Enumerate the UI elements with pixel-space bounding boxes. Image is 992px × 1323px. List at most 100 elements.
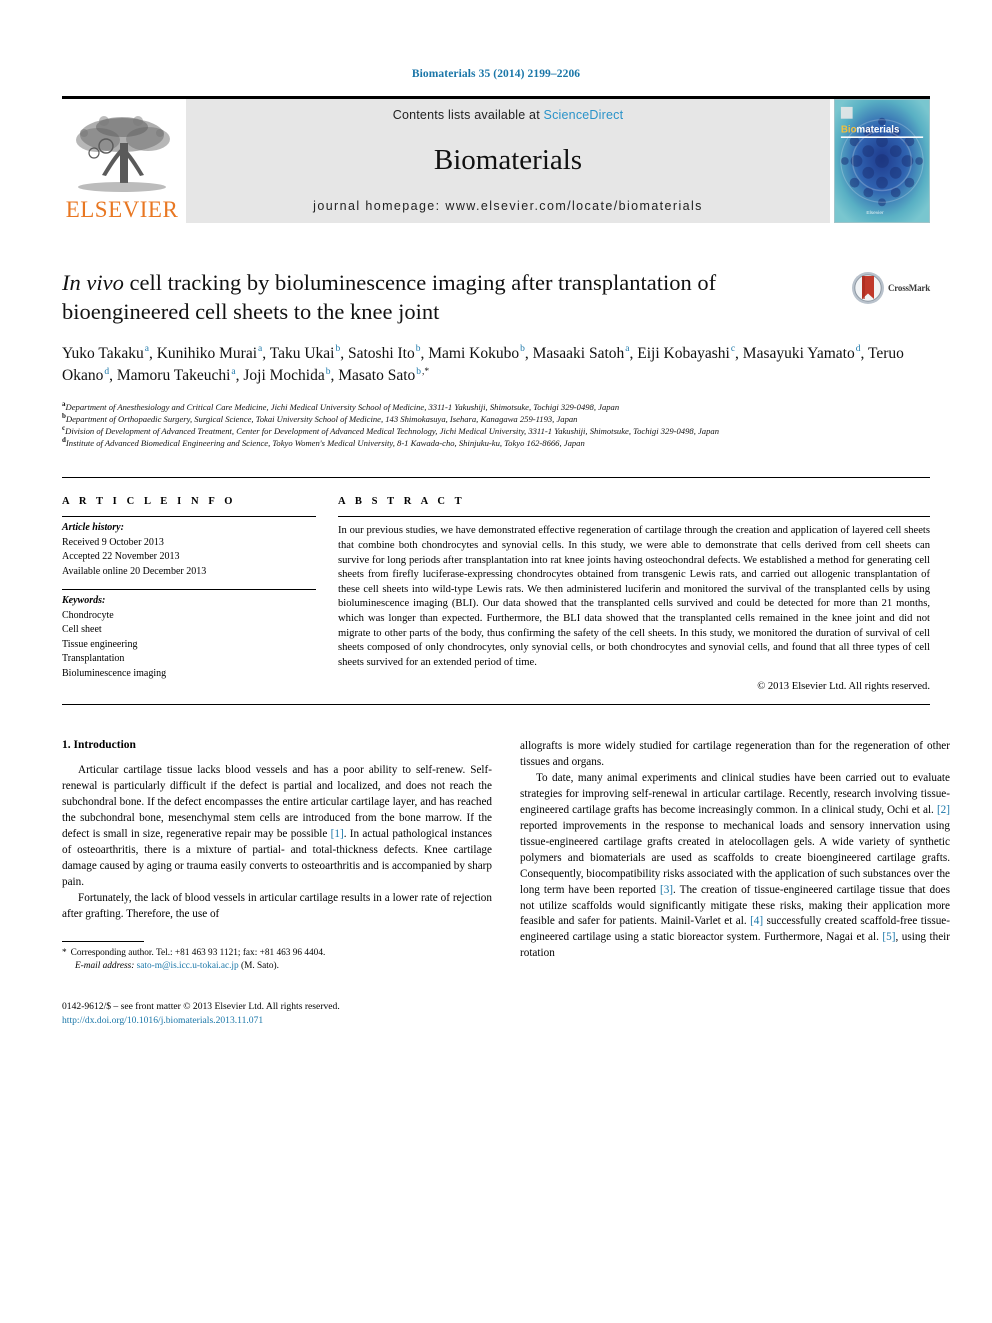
author-affiliation-marker: a [258,344,263,355]
article-info-heading: A R T I C L E I N F O [62,496,237,508]
author-name: Mami Kokubo [428,344,520,362]
author-name: Masayuki Yamato [742,344,855,362]
abstract-column: A B S T R A C T In our previous studies,… [338,496,930,692]
citation-ref[interactable]: [5] [882,931,895,943]
article-info-column: A R T I C L E I N F O Article history: R… [62,496,338,692]
corresponding-author-text: Corresponding author. Tel.: +81 463 93 1… [70,947,326,958]
article-history-group: Article history: Received 9 October 2013… [62,517,316,589]
citation-ref[interactable]: [2] [937,804,950,816]
svg-text:materials: materials [857,124,900,135]
info-abstract-section: A R T I C L E I N F O Article history: R… [62,477,930,692]
cover-artwork: Bio materials Elsevier [835,100,929,222]
author-name: Masaaki Satoh [532,344,625,362]
author-name: Joji Mochida [243,367,325,385]
author-affiliation-marker: a [144,344,149,355]
email-suffix: (M. Sato). [238,961,279,972]
imprint-block: 0142-9612/$ – see front matter © 2013 El… [62,1000,492,1029]
page-title: In vivo cell tracking by bioluminescence… [62,269,818,327]
body-columns: 1. Introduction Articular cartilage tiss… [62,739,950,1028]
title-italic-lead: In vivo [62,270,124,295]
author-name: Eiji Kobayashi [637,344,730,362]
author-affiliation-marker: a [625,344,630,355]
doi-link[interactable]: http://dx.doi.org/10.1016/j.biomaterials… [62,1014,492,1028]
journal-masthead: ELSEVIER Contents lists available at Sci… [62,96,930,223]
journal-banner: Contents lists available at ScienceDirec… [186,99,830,223]
keywords-label: Keywords: [62,595,106,607]
intro-right-paragraphs: allografts is more widely studied for ca… [520,739,950,962]
email-link[interactable]: sato-m@is.icc.u-tokai.ac.jp [137,961,239,971]
intro-left-paragraphs: Articular cartilage tissue lacks blood v… [62,763,492,922]
author-affiliation-marker: b [325,366,331,377]
email-note: E-mail address: sato-m@is.icc.u-tokai.ac… [62,960,492,974]
svg-text:Bio: Bio [841,124,857,135]
affiliation-item: cDivision of Development of Advanced Tre… [62,425,930,437]
crossmark-badge[interactable]: CrossMark [818,271,930,305]
author-name: Mamoru Takeuchi [116,367,231,385]
affiliation-text: Department of Orthopaedic Surgery, Surgi… [65,413,578,424]
crossmark-label: CrossMark [887,283,930,293]
affiliation-text: Department of Anesthesiology and Critica… [65,401,620,412]
corresponding-author-note: * Corresponding author. Tel.: +81 463 93 … [62,947,492,961]
imprint-line: 0142-9612/$ – see front matter © 2013 El… [62,1000,340,1012]
elsevier-logo: ELSEVIER [62,99,182,223]
citation-ref[interactable]: [4] [750,915,763,927]
journal-title: Biomaterials [433,144,583,176]
keyword-item: Cell sheet [62,624,102,636]
abstract-copyright: © 2013 Elsevier Ltd. All rights reserved… [757,681,930,693]
affiliation-text: Division of Development of Advanced Trea… [65,425,719,436]
affiliation-text: Institute of Advanced Biomedical Enginee… [65,438,585,449]
footnote-star: * [62,947,67,958]
body-paragraph: To date, many animal experiments and cli… [520,772,950,960]
citation-ref[interactable]: [3] [660,884,673,896]
body-paragraph: Articular cartilage tissue lacks blood v… [62,764,492,888]
journal-cover-thumbnail: Bio materials Elsevier [834,99,930,223]
keyword-item: Bioluminescence imaging [62,667,167,679]
title-rest: cell tracking by bioluminescence imaging… [62,270,717,324]
sciencedirect-link[interactable]: ScienceDirect [544,108,624,122]
author-affiliation-marker: d [104,366,110,377]
author-affiliation-marker: b [335,344,341,355]
author-affiliation-marker: b [415,344,421,355]
author-affiliation-marker: d [855,344,861,355]
email-label: E-mail address: [75,961,135,972]
svg-text:Elsevier: Elsevier [866,210,884,216]
left-column: 1. Introduction Articular cartilage tiss… [62,739,492,1028]
abstract-text: In our previous studies, we have demonst… [338,525,930,668]
author-affiliation-marker: b [520,344,525,355]
citation-ref[interactable]: [1] [331,828,344,840]
contents-lists-line: Contents lists available at ScienceDirec… [393,108,624,122]
elsevier-tree-icon [76,116,170,192]
article-history-entry: Available online 20 December 2013 [62,565,207,577]
title-wrapper: In vivo cell tracking by bioluminescence… [62,269,818,327]
footnote-divider [62,940,144,942]
corresponding-author-marker[interactable]: ,* [421,367,429,377]
body-paragraph: allografts is more widely studied for ca… [520,740,950,769]
body-paragraph: Fortunately, the lack of blood vessels i… [62,891,492,920]
article-history-label: Article history: [62,522,124,534]
crossmark-icon [851,272,884,304]
keyword-item: Chondrocyte [62,609,114,621]
author-affiliation-marker: c [730,344,736,355]
author-name: Satoshi Ito [347,344,415,362]
affiliation-item: bDepartment of Orthopaedic Surgery, Surg… [62,412,930,425]
affiliation-item: dInstitute of Advanced Biomedical Engine… [62,437,930,449]
introduction-heading: 1. Introduction [62,739,136,752]
author-name: Taku Ukai [269,344,335,362]
abstract-heading: A B S T R A C T [338,496,466,508]
keyword-item: Tissue engineering [62,638,138,650]
keyword-item: Transplantation [62,653,125,665]
abstract-bottom-rule [62,704,930,706]
contents-prefix: Contents lists available at [392,108,544,122]
running-head: Biomaterials 35 (2014) 2199–2206 [411,68,581,80]
affiliation-item: aDepartment of Anesthesiology and Critic… [62,400,930,413]
author-name: Kunihiko Murai [156,344,257,362]
article-page: Biomaterials 35 (2014) 2199–2206 ELSEVIE… [0,0,992,1323]
elsevier-wordmark: ELSEVIER [65,197,179,222]
title-block: In vivo cell tracking by bioluminescence… [62,269,930,327]
footnote-block: * Corresponding author. Tel.: +81 463 93 … [62,940,492,974]
journal-homepage[interactable]: journal homepage: www.elsevier.com/locat… [313,199,703,213]
right-column: allografts is more widely studied for ca… [520,739,950,1028]
author-list: Yuko Takakua, Kunihiko Muraia, Taku Ukai… [62,344,904,385]
author-name: Masato Sato [338,367,416,385]
article-history-items: Received 9 October 2013 Accepted 22 Novem… [62,536,316,580]
